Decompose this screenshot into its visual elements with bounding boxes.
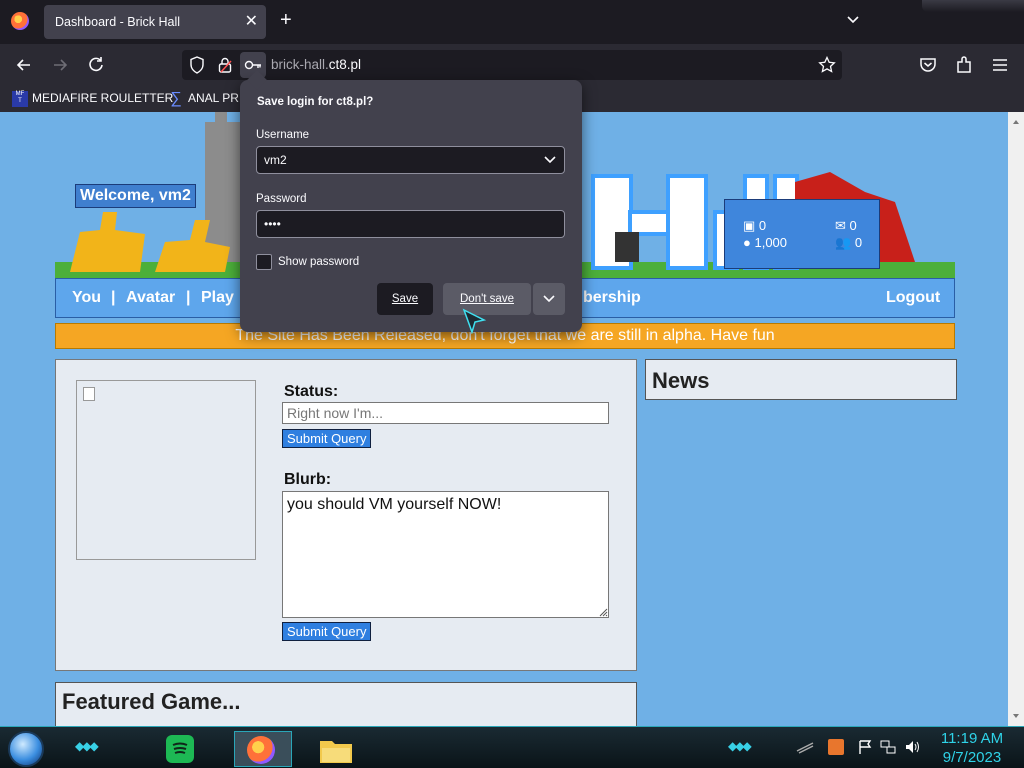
taskbar-decoration: ◆◆◆ [728,739,752,753]
extensions-icon[interactable] [953,54,975,76]
mediafire-icon: MF T [12,91,28,107]
show-password-checkbox[interactable] [256,254,272,270]
close-icon[interactable]: ✕ [245,11,258,31]
volume-icon[interactable] [904,739,920,755]
users-icon: 👥 [835,235,852,250]
currency-stats: ▣ 0 ● 1,000 ✉ 0 👥 0 [724,199,880,269]
nav-membership[interactable]: bership [583,289,641,307]
featured-game-panel: Featured Game... [55,682,637,726]
password-field[interactable]: •••• [256,210,565,238]
news-title: News [652,368,710,393]
tab-bar: Dashboard - Brick Hall ✕ + [0,0,1024,44]
username-label: Username [256,129,310,141]
scroll-up-icon[interactable] [1013,116,1019,128]
nav-you[interactable]: You [72,289,101,307]
broken-image-icon [83,387,95,401]
pocket-icon[interactable] [917,54,939,76]
status-input[interactable] [282,402,609,424]
save-button[interactable]: Save [377,283,433,315]
nav-separator: | [111,289,116,306]
welcome-label: Welcome, vm2 [75,184,196,208]
url-bar[interactable]: brick-hall.ct8.pl [182,50,842,80]
system-clock[interactable]: 11:19 AM 9/7/2023 [936,729,1008,767]
menu-icon[interactable] [989,54,1011,76]
spotify-icon [166,735,194,763]
nav-avatar[interactable]: Avatar [126,289,175,307]
java-icon[interactable] [828,739,844,755]
chevron-down-icon[interactable] [845,12,861,28]
chevron-down-icon [543,295,555,303]
clock-date: 9/7/2023 [942,749,1002,766]
window-decoration [922,0,1024,12]
status-label: Status: [284,383,339,400]
save-login-popup: Save login for ct8.pl? Username vm2 Pass… [240,70,582,332]
messages-stat[interactable]: ✉ 0 [835,218,857,234]
back-icon[interactable] [13,54,35,76]
cursor-icon [462,308,487,334]
nav-play[interactable]: Play [201,289,234,307]
username-field[interactable]: vm2 [256,146,565,174]
popup-title: Save login for ct8.pl? [257,96,374,108]
tab-dashboard[interactable]: Dashboard - Brick Hall ✕ [44,5,266,39]
popup-menu-button[interactable] [533,283,565,315]
key-icon [244,60,261,70]
save-button-label: Save [391,293,419,305]
blurb-submit-button[interactable]: Submit Query [282,622,372,641]
star-icon[interactable] [818,56,836,74]
taskbar-app-firefox[interactable] [234,731,292,767]
password-label: Password [256,193,307,205]
firefox-icon [247,736,275,764]
lock-icon[interactable] [217,56,233,74]
dont-save-button-label: Don't save [460,293,514,305]
bits-stat: ● 1,000 [743,235,788,250]
clock-time: 11:19 AM [940,730,1004,747]
firefox-icon[interactable] [11,12,29,30]
bookmark-mediafire[interactable]: MF T MEDIAFIRE ROULETTER [12,91,173,107]
chevron-down-icon[interactable] [544,155,556,165]
folder-icon [320,741,352,763]
envelope-icon: ✉ [835,218,846,233]
network-icon[interactable] [880,739,896,755]
url-text: brick-hall.ct8.pl [271,57,362,72]
username-value: vm2 [264,153,287,167]
taskbar-decoration: ◆◆◆ [75,739,99,753]
tray-overflow-icon[interactable] [795,739,815,755]
bookmark-anal-pr[interactable]: ∑ ANAL PR [168,91,239,107]
show-password-label[interactable]: Show password [278,256,359,268]
money-icon: ▣ [743,218,756,233]
status-submit-button[interactable]: Submit Query [282,429,372,448]
sigma-icon: ∑ [170,90,182,107]
start-button[interactable] [8,731,44,767]
reload-icon[interactable] [85,54,107,76]
bucks-stat: ▣ 0 [743,218,767,233]
forward-icon[interactable] [49,54,71,76]
flag-icon[interactable] [857,739,873,755]
shield-icon[interactable] [189,56,205,74]
resize-grip-icon[interactable] [598,607,608,617]
news-panel: News [645,359,957,400]
password-value: •••• [264,217,281,231]
taskbar-app-spotify[interactable] [160,731,200,767]
profile-panel: Status: Submit Query Blurb: Submit Query [55,359,637,671]
nav-separator: | [186,289,191,306]
tab-title: Dashboard - Brick Hall [55,15,181,29]
page-scrollbar[interactable] [1008,112,1024,726]
blurb-label: Blurb: [284,471,332,488]
taskbar-app-explorer[interactable] [316,731,356,767]
nav-logout[interactable]: Logout [886,289,940,307]
coin-icon: ● [743,235,751,250]
featured-game-title: Featured Game... [62,689,241,714]
new-tab-icon[interactable]: + [280,10,292,30]
blurb-textarea[interactable] [282,491,609,618]
taskbar: ◆◆◆ ◆◆◆ 11:19 AM 9/7/2023 [0,726,1024,768]
avatar [76,380,256,560]
scroll-down-icon[interactable] [1013,710,1019,722]
friends-stat[interactable]: 👥 0 [835,235,862,251]
